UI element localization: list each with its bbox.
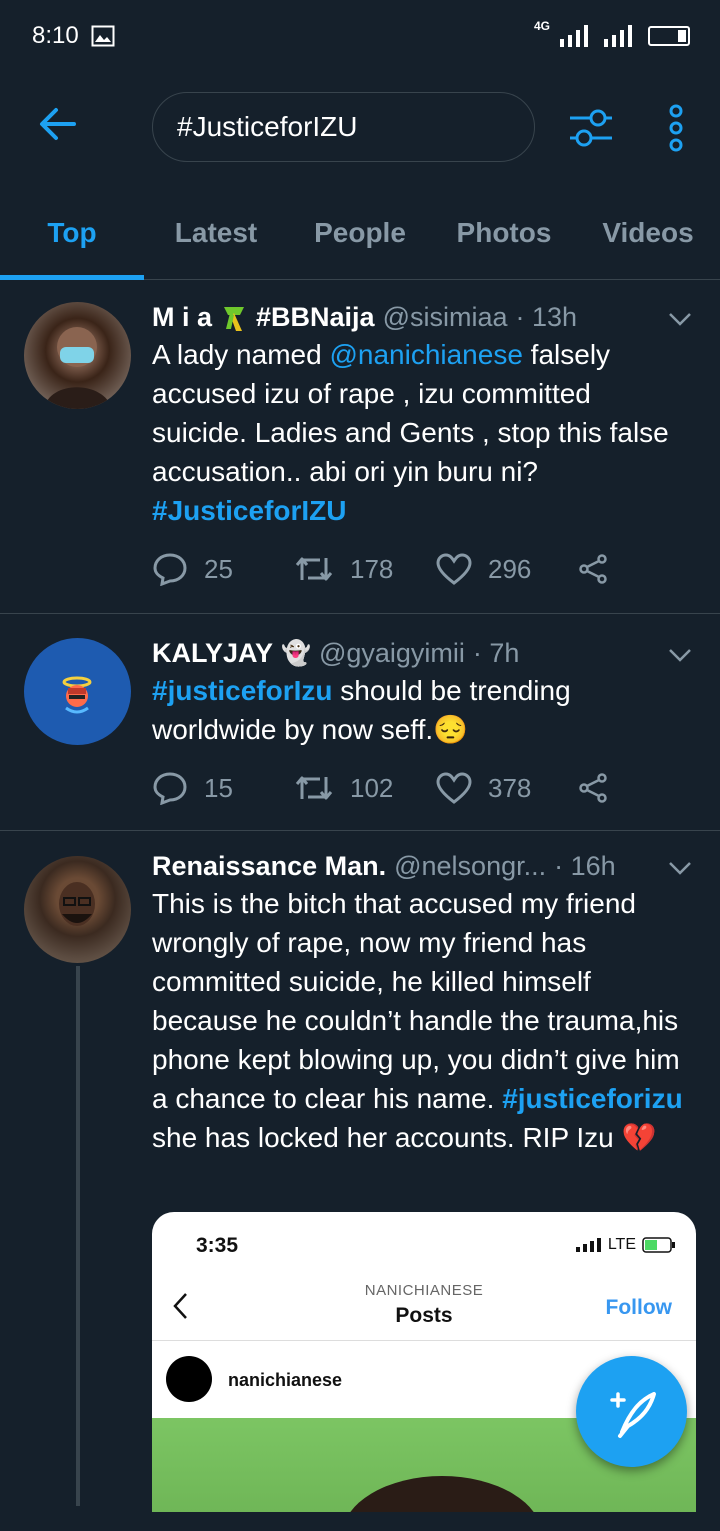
tweet-text-part: This is the bitch that accused my friend… bbox=[152, 888, 680, 1114]
embedded-battery-icon bbox=[642, 1237, 675, 1253]
tweet-author-handle[interactable]: @sisimiaa bbox=[383, 302, 508, 333]
retweet-icon bbox=[295, 557, 333, 581]
broken-heart-emoji: 💔 bbox=[621, 1122, 657, 1153]
retweet-button[interactable]: 178 bbox=[294, 554, 436, 585]
ghost-emoji: 👻 bbox=[281, 640, 311, 667]
heart-icon bbox=[436, 772, 472, 804]
tweet-text: A lady named @nanichianese falsely accus… bbox=[152, 335, 692, 530]
like-button[interactable]: 296 bbox=[436, 553, 578, 585]
embedded-signal-icon bbox=[575, 1238, 601, 1252]
share-icon[interactable] bbox=[578, 773, 610, 803]
embedded-avatar bbox=[166, 1356, 212, 1402]
avatar-image bbox=[59, 882, 95, 926]
avatar[interactable] bbox=[24, 638, 131, 745]
chevron-down-icon[interactable] bbox=[668, 861, 692, 875]
search-input[interactable]: #JusticeforIZU bbox=[152, 92, 535, 162]
back-arrow-icon[interactable] bbox=[38, 104, 78, 144]
hashtag-link[interactable]: #justiceforizu bbox=[502, 1083, 682, 1114]
avatar[interactable] bbox=[24, 302, 131, 409]
tweet-author-suffix: #BBNaija bbox=[256, 302, 375, 332]
search-header: #JusticeforIZU bbox=[0, 72, 720, 187]
tweet-author-name[interactable]: M i a bbox=[152, 302, 212, 333]
embedded-divider bbox=[152, 1340, 696, 1341]
more-options-icon[interactable] bbox=[664, 104, 688, 152]
tweet-actions: 15 102 378 bbox=[152, 771, 692, 805]
reply-count: 25 bbox=[204, 553, 233, 584]
tab-top[interactable]: Top bbox=[0, 187, 144, 280]
hashtag-link[interactable]: #justiceforIzu bbox=[152, 675, 332, 706]
retweet-count: 102 bbox=[350, 772, 394, 803]
embedded-username: nanichianese bbox=[228, 1370, 343, 1390]
retweet-icon bbox=[295, 776, 333, 800]
share-icon[interactable] bbox=[578, 554, 610, 584]
embedded-follow-button: Follow bbox=[605, 1296, 673, 1319]
tweet-author-handle[interactable]: @nelsongr... bbox=[394, 851, 546, 882]
search-query: #JusticeforIZU bbox=[177, 111, 358, 142]
avatar[interactable] bbox=[24, 856, 131, 963]
tab-latest[interactable]: Latest bbox=[144, 187, 288, 279]
tweet-actions: 25 178 296 bbox=[152, 552, 692, 586]
network-type-label: 4G bbox=[533, 19, 550, 33]
mention-link[interactable]: @nanichianese bbox=[329, 339, 522, 370]
scarf-emoji-icon bbox=[224, 306, 245, 331]
avatar-image bbox=[44, 327, 112, 409]
tweet-text: This is the bitch that accused my friend… bbox=[152, 884, 692, 1157]
avatar-image bbox=[62, 676, 92, 714]
embedded-status-icons: LTE bbox=[575, 1236, 676, 1254]
tweet-1[interactable]: M i a #BBNaija @sisimiaa · 13h A lady na… bbox=[0, 280, 720, 614]
reply-count: 15 bbox=[204, 772, 233, 803]
reply-icon bbox=[153, 772, 187, 805]
compose-feather-icon bbox=[610, 1392, 656, 1438]
compose-tweet-button[interactable] bbox=[576, 1356, 687, 1467]
hashtag-link[interactable]: #JusticeforIZU bbox=[152, 495, 347, 526]
tweet-time: · 16h bbox=[554, 851, 616, 881]
retweet-button[interactable]: 102 bbox=[294, 773, 436, 804]
tweet-text-part: she has locked her accounts. RIP Izu bbox=[152, 1122, 622, 1153]
tab-photos[interactable]: Photos bbox=[432, 187, 576, 279]
chevron-down-icon[interactable] bbox=[668, 312, 692, 326]
search-filter-icon[interactable] bbox=[568, 106, 614, 150]
like-button[interactable]: 378 bbox=[436, 772, 578, 804]
tweet-author-handle[interactable]: @gyaigyimii bbox=[319, 638, 465, 669]
tweet-time: · 7h bbox=[472, 638, 520, 668]
retweet-count: 178 bbox=[350, 553, 394, 584]
pensive-emoji: 😔 bbox=[433, 714, 469, 745]
battery-icon bbox=[648, 26, 690, 46]
reply-icon bbox=[153, 553, 187, 586]
embedded-network-label: LTE bbox=[607, 1236, 636, 1253]
tweet-text-part: A lady named bbox=[152, 339, 330, 370]
tweet-author-name[interactable]: KALYJAY bbox=[152, 638, 273, 669]
reply-button[interactable]: 25 bbox=[152, 552, 294, 586]
signal-icon-2 bbox=[604, 25, 632, 47]
search-tabs: Top Latest People Photos Videos bbox=[0, 187, 720, 280]
status-bar: 8:10 4G bbox=[0, 0, 720, 72]
chevron-down-icon[interactable] bbox=[668, 648, 692, 662]
embedded-photo-subject bbox=[342, 1476, 542, 1512]
status-time: 8:10 bbox=[32, 22, 79, 49]
image-notification-icon bbox=[91, 25, 115, 47]
tweet-time: · 13h bbox=[515, 302, 578, 332]
tweet-2[interactable]: KALYJAY 👻 @gyaigyimii · 7h #justiceforIz… bbox=[0, 614, 720, 831]
signal-icon bbox=[560, 25, 588, 47]
like-count: 296 bbox=[488, 553, 532, 584]
tab-videos[interactable]: Videos bbox=[576, 187, 720, 279]
tab-people[interactable]: People bbox=[288, 187, 432, 279]
tweet-author-name[interactable]: Renaissance Man. bbox=[152, 851, 386, 882]
tweet-text: #justiceforIzu should be trending worldw… bbox=[152, 671, 692, 749]
reply-button[interactable]: 15 bbox=[152, 771, 294, 805]
embedded-status-time: 3:35 bbox=[196, 1234, 239, 1257]
like-count: 378 bbox=[488, 772, 532, 803]
heart-icon bbox=[436, 553, 472, 585]
